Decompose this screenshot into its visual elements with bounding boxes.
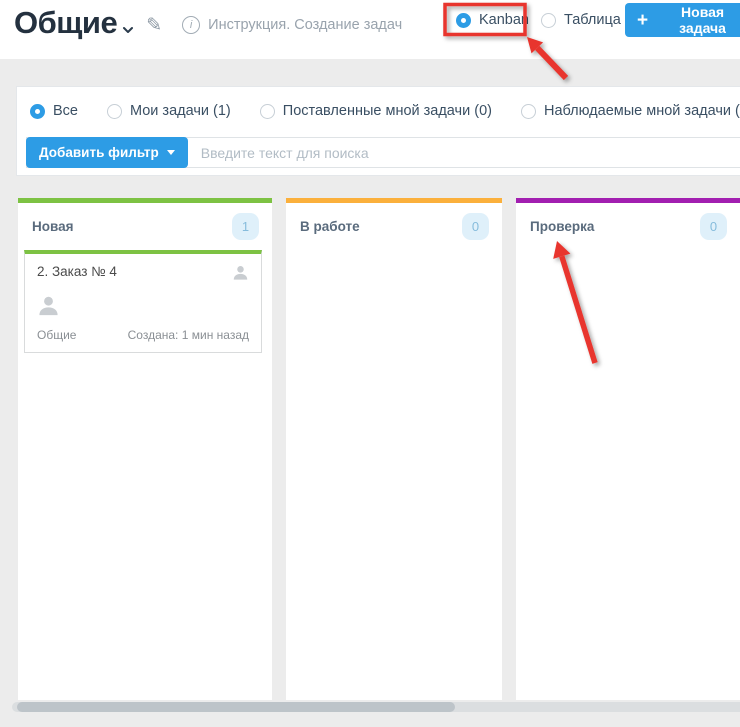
filter-option-watched-by-me[interactable]: Наблюдаемые мной задачи (0) [521,103,740,119]
horizontal-scrollbar-track[interactable] [12,702,740,712]
radio-table[interactable] [541,13,556,28]
view-switch-kanban[interactable]: Kanban [456,12,529,28]
chevron-down-icon[interactable] [122,21,134,39]
radio-filter-my-tasks[interactable] [107,104,122,119]
column-name: Новая [32,219,74,234]
column-header: Новая 1 [18,203,272,240]
kanban-column-review: Проверка 0 [516,198,740,700]
author-person-icon [37,294,249,317]
new-task-button[interactable]: + Новая задача [625,3,740,37]
search-input[interactable] [187,138,740,167]
filter-option-assigned-by-me[interactable]: Поставленные мной задачи (0) [260,103,492,119]
task-card[interactable]: 2. Заказ № 4 Общие Создана: 1 мин назад [24,250,262,353]
column-count-badge: 1 [232,213,259,240]
filter-option-all-label[interactable]: Все [53,103,78,119]
card-footer: Общие Создана: 1 мин назад [37,328,249,342]
caret-down-icon [167,150,175,155]
filter-radio-row: Все Мои задачи (1) Поставленные мной зад… [17,87,740,119]
kanban-column-in-progress: В работе 0 [286,198,502,700]
filter-option-my-tasks-label[interactable]: Мои задачи (1) [130,103,231,119]
column-header: Проверка 0 [516,203,740,240]
new-task-button-label: Новая задача [658,4,740,36]
plus-icon: + [637,11,648,30]
radio-filter-all[interactable] [30,104,45,119]
view-switch-table[interactable]: Таблица [541,12,621,28]
card-project-label: Общие [37,328,76,342]
column-header: В работе 0 [286,203,502,240]
column-count-badge: 0 [700,213,727,240]
add-filter-button-label: Добавить фильтр [39,145,159,160]
filter-panel: Все Мои задачи (1) Поставленные мной зад… [16,86,740,176]
search-row: Добавить фильтр [26,137,740,168]
filter-option-all[interactable]: Все [30,103,78,119]
info-bubble-icon: i [182,16,200,34]
page-title[interactable]: Общие [14,2,117,44]
board-title-group[interactable]: Общие ✎ i Инструкция. Создание задач [14,2,402,44]
instruction-link[interactable]: i Инструкция. Создание задач [182,16,402,34]
radio-filter-watched-by-me[interactable] [521,104,536,119]
column-count-badge: 0 [462,213,489,240]
radio-table-label[interactable]: Таблица [564,12,621,28]
radio-filter-assigned-by-me[interactable] [260,104,275,119]
column-name: В работе [300,219,360,234]
add-filter-button[interactable]: Добавить фильтр [26,137,188,168]
top-header: Общие ✎ i Инструкция. Создание задач Kan… [0,0,740,59]
instruction-label[interactable]: Инструкция. Создание задач [208,17,402,33]
radio-kanban-label[interactable]: Kanban [479,12,529,28]
pencil-icon[interactable]: ✎ [146,14,162,37]
filter-option-assigned-by-me-label[interactable]: Поставленные мной задачи (0) [283,103,492,119]
column-name: Проверка [530,219,594,234]
card-created-label: Создана: 1 мин назад [128,328,249,342]
card-title[interactable]: 2. Заказ № 4 [37,264,117,279]
filter-option-my-tasks[interactable]: Мои задачи (1) [107,103,231,119]
assignee-person-icon [232,264,249,281]
card-title-row: 2. Заказ № 4 [37,264,249,281]
filter-option-watched-by-me-label[interactable]: Наблюдаемые мной задачи (0) [544,103,740,119]
column-cards: 2. Заказ № 4 Общие Создана: 1 мин назад [18,240,272,353]
horizontal-scrollbar-thumb[interactable] [17,702,455,712]
radio-kanban[interactable] [456,13,471,28]
kanban-column-new: Новая 1 2. Заказ № 4 Общие Создана: 1 ми… [18,198,272,700]
